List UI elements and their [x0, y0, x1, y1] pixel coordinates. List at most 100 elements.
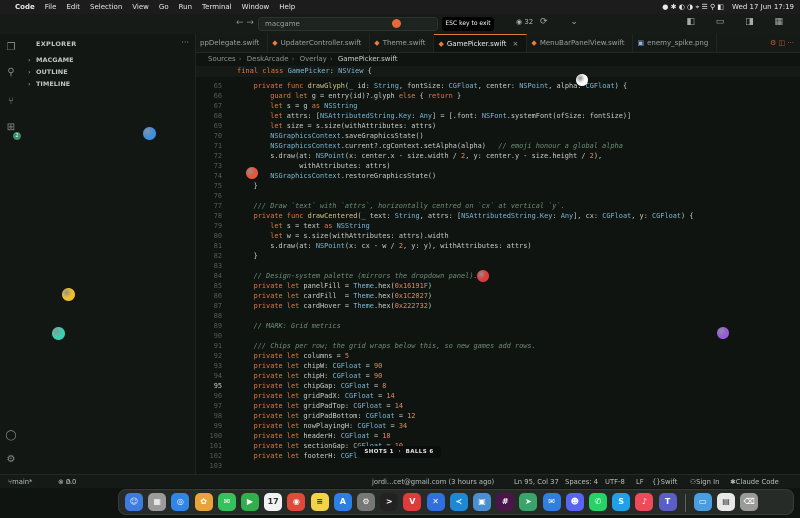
section-outline[interactable]: › OUTLINE — [28, 68, 68, 76]
app-menu[interactable]: Code — [15, 3, 35, 11]
code-line[interactable]: 84 // Design-system palette (mirrors the… — [196, 271, 796, 281]
code-line[interactable]: 85 private let panelFill = Theme.hex(0x1… — [196, 281, 796, 291]
preview-icon[interactable]: ▣ — [473, 493, 491, 511]
encoding[interactable]: UTF-8 — [605, 475, 625, 489]
end-of-line[interactable]: LF — [636, 475, 644, 489]
breadcrumb-deskarcade[interactable]: DeskArcade — [247, 55, 289, 63]
explorer-icon[interactable]: ❐ — [5, 42, 17, 54]
code-line[interactable]: 87 private let cardHover = Theme.hex(0x2… — [196, 301, 796, 311]
git-blame[interactable]: jordi...cet@gmail.com (3 hours ago) — [372, 475, 494, 489]
indentation[interactable]: Spaces: 4 — [565, 475, 598, 489]
code-line[interactable]: 89 // MARK: Grid metrics — [196, 321, 796, 331]
code-line[interactable]: 81 s.draw(at: NSPoint(x: cx - w / 2, y: … — [196, 241, 796, 251]
menu-window[interactable]: Window — [242, 3, 270, 11]
code-line[interactable]: 71 NSGraphicsContext.current?.cgContext.… — [196, 141, 796, 151]
command-center-search[interactable]: macgame — [258, 17, 438, 31]
menu-file[interactable]: File — [45, 3, 57, 11]
code-line[interactable]: 72 s.draw(at: NSPoint(x: center.x - size… — [196, 151, 796, 161]
tab-appdelegate[interactable]: ppDelegate.swift — [196, 34, 269, 52]
editor-actions-icon[interactable]: ⚙ ◫ ··· — [764, 34, 800, 52]
code-line[interactable]: 99 private let nowPlayingH: CGFloat = 34 — [196, 421, 796, 431]
code-line[interactable]: 65 private func drawGlyph(_ id: String, … — [196, 81, 796, 91]
code-line[interactable]: 95 private let chipGap: CGFloat = 8 — [196, 381, 796, 391]
code-line[interactable]: 90 — [196, 331, 796, 341]
extensions-icon[interactable]: ⊞ — [5, 122, 17, 134]
menu-go[interactable]: Go — [159, 3, 169, 11]
music-icon[interactable]: ♪ — [635, 493, 654, 511]
tab-enemy-spike[interactable]: ▣ enemy_spike.png — [633, 34, 718, 52]
code-line[interactable]: 92 private let columns = 5 — [196, 351, 796, 361]
code-line[interactable]: 79 let s = text as NSString — [196, 221, 796, 231]
manage-gear-icon[interactable]: ⚙ — [5, 454, 17, 466]
calendar-icon[interactable]: 17 — [264, 493, 283, 511]
source-control-icon[interactable]: ⑂ — [5, 96, 17, 108]
vscode-icon[interactable]: ≺ — [449, 493, 468, 511]
code-line[interactable]: 86 private let cardFill = Theme.hex(0x1C… — [196, 291, 796, 301]
menu-view[interactable]: View — [132, 3, 149, 11]
facetime-icon[interactable]: ▶ — [241, 493, 259, 511]
mail-icon[interactable]: ✉ — [542, 493, 561, 511]
appstore-icon[interactable]: A — [333, 493, 352, 511]
layout-controls-icon[interactable]: ◧ ▭ ◨ ▦ — [686, 17, 792, 27]
code-line[interactable]: 102 private let footerH: CGFloat = 22 — [196, 451, 796, 461]
tab-gamepicker[interactable]: ◆ GamePicker.swift × — [434, 34, 528, 53]
safari-icon[interactable]: ◎ — [171, 493, 190, 511]
code-line[interactable]: 100 private let headerH: CGFloat = 18 — [196, 431, 796, 441]
teams-icon[interactable]: T — [658, 493, 677, 511]
code-line[interactable]: 96 private let gridPadX: CGFloat = 14 — [196, 391, 796, 401]
notes-icon[interactable]: ≡ — [310, 493, 329, 511]
trash-icon[interactable]: ⌫ — [740, 493, 759, 511]
folder-icon[interactable]: ▭ — [693, 493, 712, 511]
whatsapp-icon[interactable]: ✆ — [589, 493, 607, 511]
discord-icon[interactable]: ☻ — [565, 493, 584, 511]
section-macgame[interactable]: › MACGAME — [28, 56, 74, 64]
code-line[interactable]: 66 guard let g = entry(id)?.glyph else {… — [196, 91, 796, 101]
vivaldi-icon[interactable]: V — [403, 493, 422, 511]
menu-selection[interactable]: Selection — [90, 3, 122, 11]
claude-code[interactable]: ✱ Claude Code — [730, 475, 779, 489]
maps-icon[interactable]: ➤ — [519, 493, 538, 511]
nav-back-forward-icon[interactable]: ← → — [236, 18, 254, 28]
code-line[interactable]: 73 withAttributes: attrs) — [196, 161, 796, 171]
breadcrumb-file[interactable]: GamePicker.swift — [338, 55, 398, 63]
code-line[interactable]: 68 let attrs: [NSAttributedString.Key: A… — [196, 111, 796, 121]
sticky-scroll-header[interactable]: final class GamePicker: NSView { — [196, 66, 800, 77]
code-line[interactable]: 67 let s = g as NSString — [196, 101, 796, 111]
skype-icon[interactable]: S — [612, 493, 631, 511]
code-line[interactable]: 83 — [196, 261, 796, 271]
menubar-status-icons[interactable]: ● ✱ ◐ ◑ ⌖ ☰ ⚲ ◧ — [662, 3, 724, 12]
code-editor[interactable]: 65 private func drawGlyph(_ id: String, … — [196, 81, 800, 473]
code-line[interactable]: 88 — [196, 311, 796, 321]
document-icon[interactable]: ▤ — [717, 493, 735, 511]
messages-icon[interactable]: ✉ — [217, 493, 236, 511]
code-line[interactable]: 91 /// Chips per row; the grid wraps bel… — [196, 341, 796, 351]
code-line[interactable]: 98 private let gridPadBottom: CGFloat = … — [196, 411, 796, 421]
code-line[interactable]: 69 let size = s.size(withAttributes: att… — [196, 121, 796, 131]
titlebar-actions-icon[interactable]: ⟳ ⌄ — [540, 17, 588, 27]
menu-terminal[interactable]: Terminal — [202, 3, 232, 11]
settings-icon[interactable]: ⚙ — [357, 493, 375, 511]
problems-indicator[interactable]: ⊗ 0 ⚠ 0 — [58, 475, 76, 489]
menubar-clock[interactable]: Wed 17 Jun 17:19 — [732, 3, 794, 11]
breadcrumb-sources[interactable]: Sources — [208, 55, 236, 63]
section-timeline[interactable]: › TIMELINE — [28, 80, 70, 88]
close-tab-icon[interactable]: × — [513, 35, 519, 53]
code-line[interactable]: 103 — [196, 461, 796, 471]
code-line[interactable]: 101 private let sectionGap: CGFloat = 10 — [196, 441, 796, 451]
terminal-icon[interactable]: > — [380, 493, 399, 511]
code-line[interactable]: 82 } — [196, 251, 796, 261]
code-line[interactable]: 74 NSGraphicsContext.restoreGraphicsStat… — [196, 171, 796, 181]
tab-updatercontroller[interactable]: ◆ UpdaterController.swift — [268, 34, 371, 52]
code-line[interactable]: 97 private let gridPadTop: CGFloat = 14 — [196, 401, 796, 411]
menu-help[interactable]: Help — [279, 3, 295, 11]
account-icon[interactable]: ◯ — [5, 430, 17, 442]
code-line[interactable]: 70 NSGraphicsContext.saveGraphicsState() — [196, 131, 796, 141]
code-line[interactable]: 80 let w = s.size(withAttributes: attrs)… — [196, 231, 796, 241]
launchpad-icon[interactable]: ▦ — [148, 493, 167, 511]
language-mode[interactable]: {} Swift — [652, 475, 677, 489]
menu-edit[interactable]: Edit — [66, 3, 80, 11]
code-line[interactable]: 75 } — [196, 181, 796, 191]
slack-icon[interactable]: # — [496, 493, 515, 511]
search-icon[interactable]: ⚲ — [5, 67, 17, 79]
more-actions-icon[interactable]: ··· — [181, 38, 189, 47]
